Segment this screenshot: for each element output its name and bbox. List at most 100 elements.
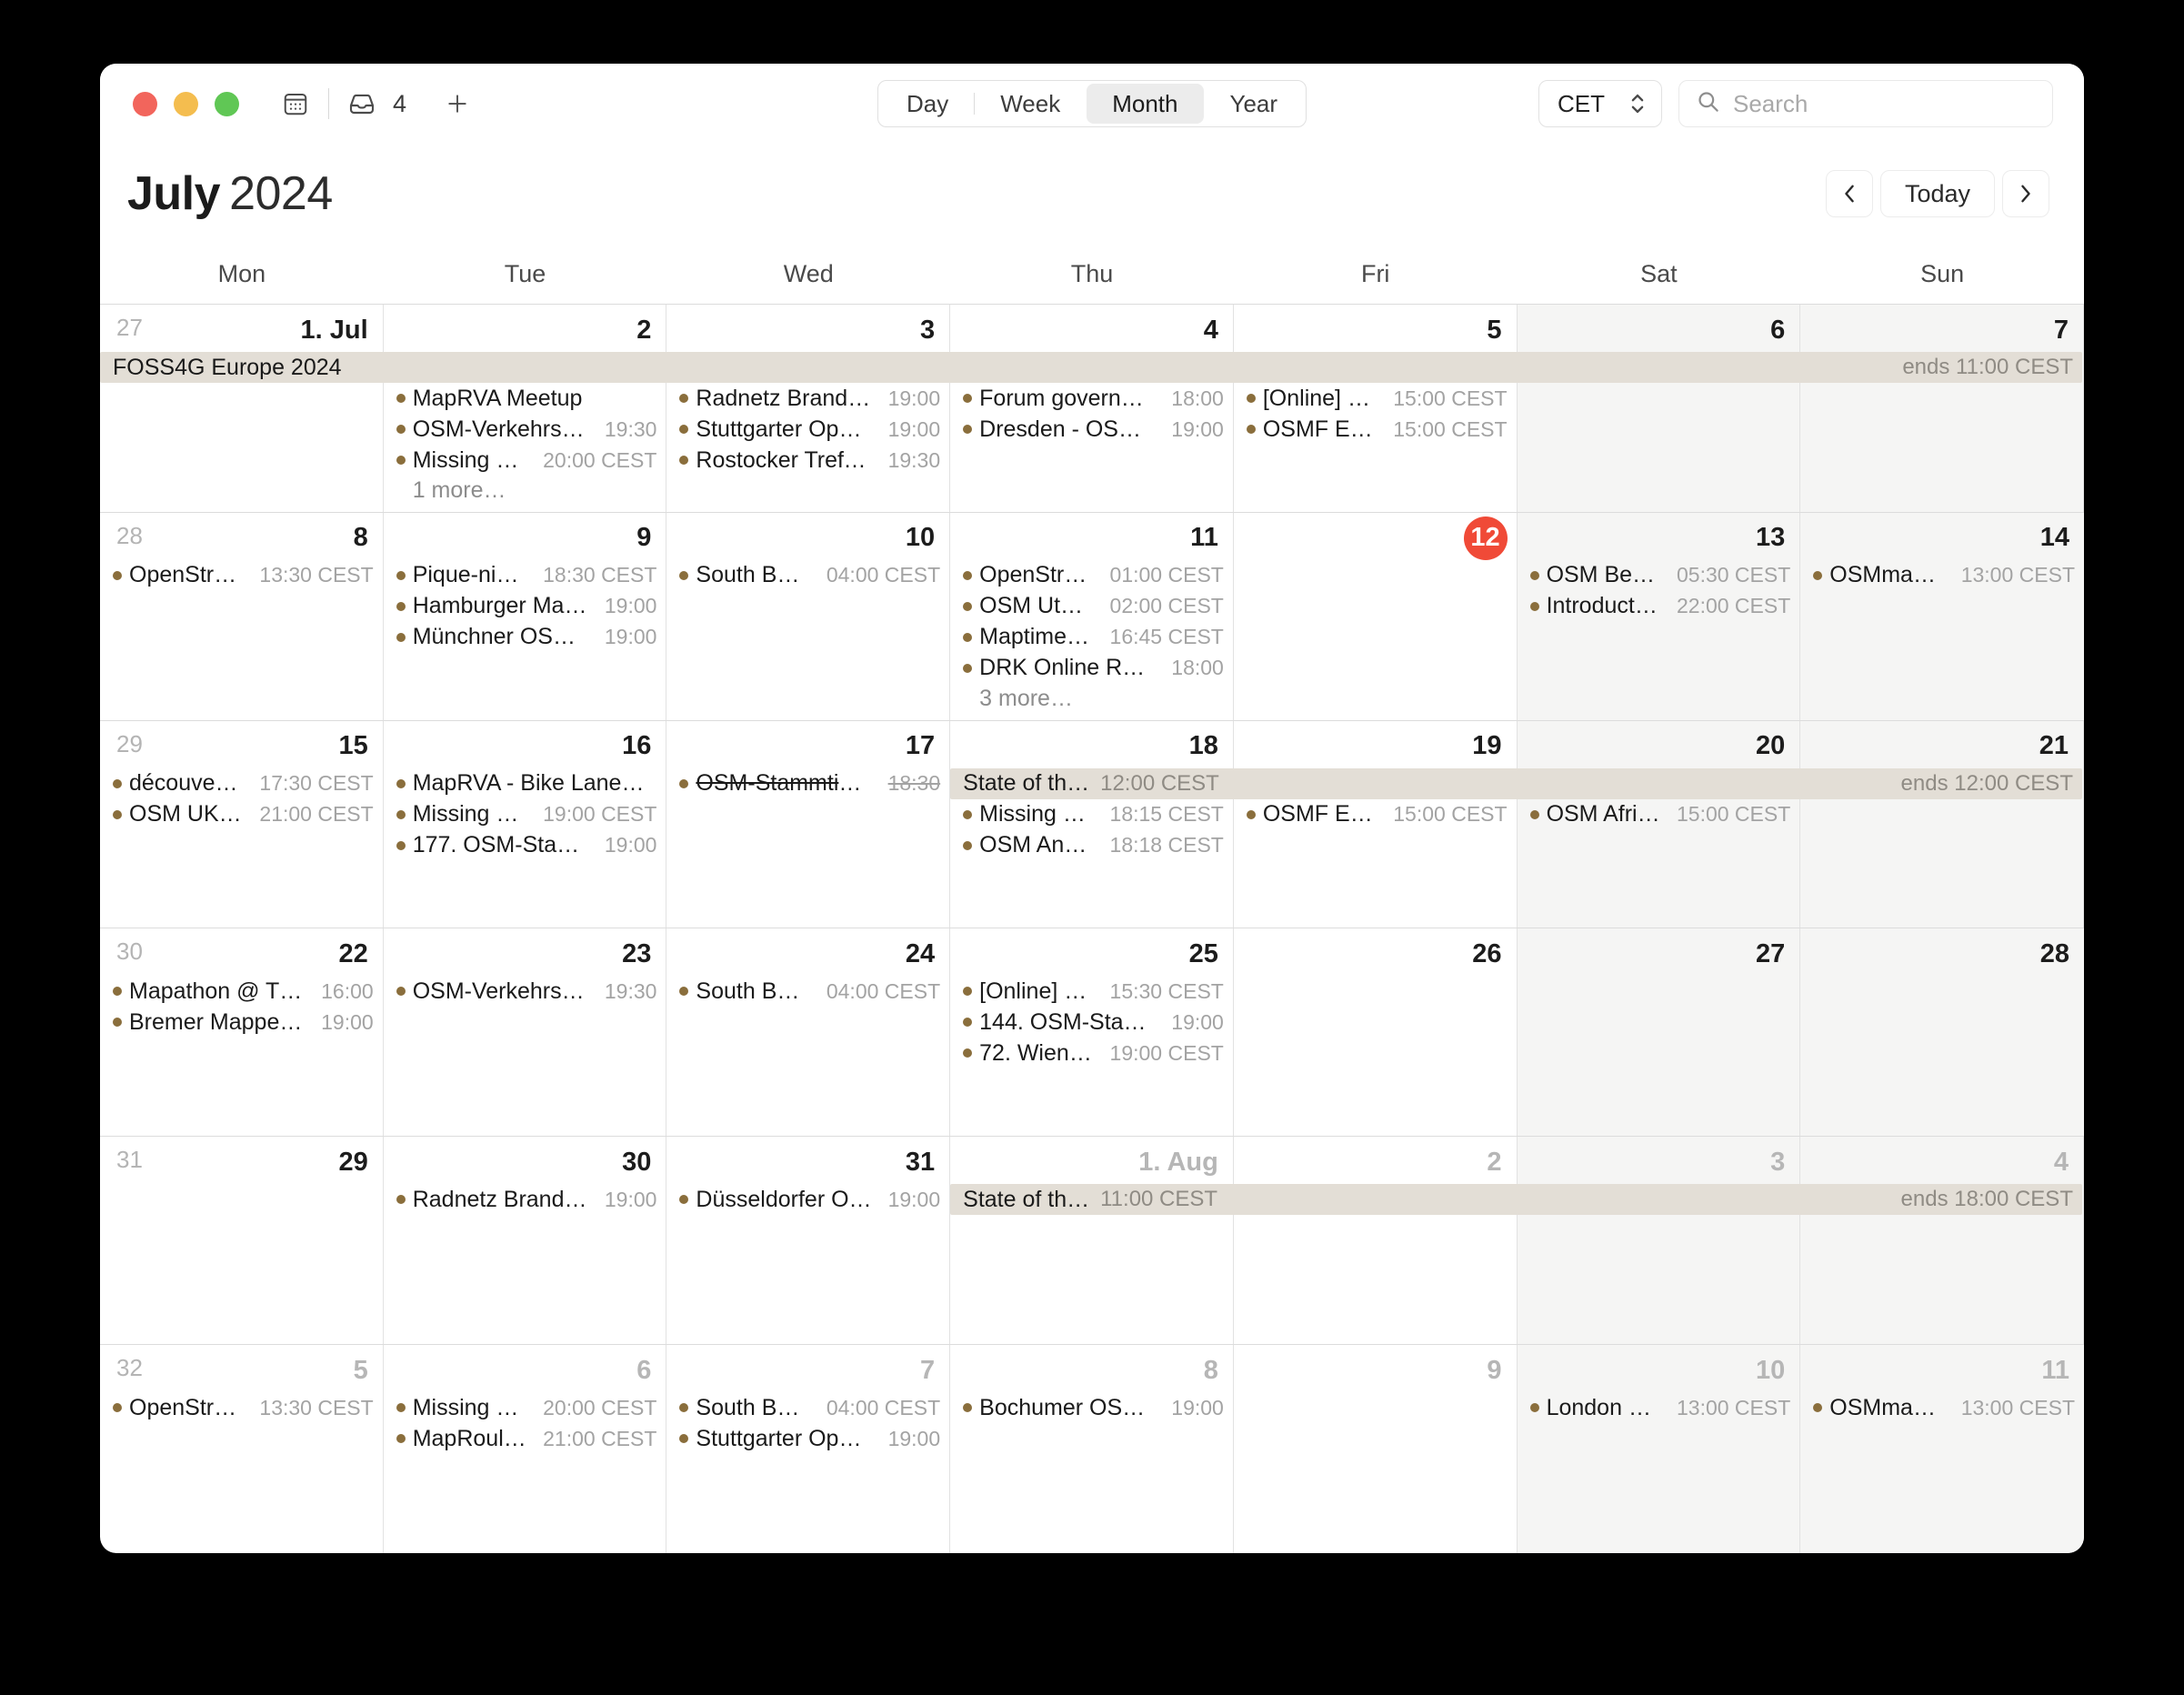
calendar-event[interactable]: South Bay… 04:00 CEST [672, 560, 944, 591]
day-cell[interactable]: 5 [Online] C… 15:00 CEST OSMF Engi… 15:00 CE… [1234, 305, 1518, 512]
day-number[interactable]: 11 [1190, 523, 1218, 553]
day-number-today[interactable]: 12 [1463, 516, 1508, 560]
day-number[interactable]: 7 [2054, 316, 2069, 346]
day-cell[interactable]: 6 [1517, 305, 1801, 512]
day-cell[interactable]: 4 [1800, 1137, 2084, 1345]
day-number[interactable]: 9 [636, 523, 651, 553]
calendar-event[interactable]: Münchner OSM-… 19:00 [389, 622, 661, 653]
day-number[interactable]: 10 [1756, 1356, 1785, 1386]
day-cell[interactable]: 20 OSM Afric… 15:00 CEST [1517, 720, 1801, 928]
multi-day-event-banner[interactable]: FOSS4G Europe 2024 ends 11:00 CEST [100, 352, 2082, 383]
calendar-event[interactable]: OSM UK O… 21:00 CEST [105, 799, 377, 830]
day-number[interactable]: 19 [1472, 731, 1501, 761]
day-number[interactable]: 26 [1472, 939, 1501, 969]
day-number[interactable]: 8 [1204, 1356, 1218, 1386]
calendar-event[interactable]: [Online] C… 15:00 CEST [1239, 383, 1511, 414]
day-number[interactable]: 20 [1756, 731, 1785, 761]
day-cell[interactable]: 29 15 découvert… 17:30 CEST OSM UK O… 21:00 C… [100, 720, 384, 928]
day-number[interactable]: 15 [338, 731, 367, 761]
calendar-event[interactable]: London O… 13:00 CEST [1523, 1392, 1795, 1423]
day-cell[interactable]: 3 Radnetz Brande… 19:00 Stuttgarter Ope… 19:… [666, 305, 951, 512]
day-number[interactable]: 17 [906, 731, 935, 761]
day-cell[interactable]: 9 [1234, 1345, 1518, 1553]
calendar-event[interactable]: OSM Beng… 05:30 CEST [1523, 560, 1795, 591]
day-cell[interactable]: 30 22 Mapathon @ TU… 16:00 Bremer Mappert… 19… [100, 928, 384, 1137]
day-cell[interactable]: 31 Düsseldorfer O… 19:00 [666, 1137, 951, 1345]
view-tab-week[interactable]: Week [975, 84, 1086, 124]
day-number[interactable]: 16 [622, 731, 651, 761]
day-number[interactable]: 28 [2040, 939, 2069, 969]
day-cell[interactable]: 7 [1800, 305, 2084, 512]
day-cell[interactable]: 9 Pique-niqu… 18:30 CEST Hamburger Map… 19:0… [384, 512, 667, 720]
day-number[interactable]: 27 [1756, 939, 1785, 969]
day-cell[interactable]: 14 OSMmapp… 13:00 CEST [1800, 512, 2084, 720]
next-month-button[interactable] [2002, 170, 2049, 217]
day-cell[interactable]: 27 1. Jul [100, 305, 384, 512]
view-switcher[interactable]: Day Week Month Year [877, 80, 1307, 127]
calendar-event[interactable]: 144. OSM-Stam… 19:00 [956, 1007, 1227, 1038]
search-input[interactable]: Search [1733, 90, 1808, 118]
calendar-event[interactable]: South Bay… 04:00 CEST [672, 1392, 944, 1423]
day-cell[interactable]: 23 OSM-Verkehrsw… 19:30 [384, 928, 667, 1137]
calendar-event[interactable]: MapRVA - Bike Lane… [389, 768, 661, 799]
day-cell[interactable]: 25 [Online] O… 15:30 CEST 144. OSM-Stam… 19:… [950, 928, 1234, 1137]
day-cell[interactable]: 2 [1234, 1137, 1518, 1345]
calendar-event[interactable]: OSM Anne… 18:18 CEST [956, 830, 1227, 861]
calendar-event[interactable]: Forum governan… 18:00 [956, 383, 1227, 414]
day-number[interactable]: 5 [354, 1356, 368, 1386]
close-window-button[interactable] [133, 91, 157, 116]
day-number[interactable]: 18 [1189, 731, 1218, 761]
day-number[interactable]: 9 [1487, 1356, 1501, 1386]
day-number[interactable]: 2 [636, 316, 651, 346]
day-cell[interactable]: 28 8 OpenStree… 13:30 CEST [100, 512, 384, 720]
day-cell[interactable]: 30 Radnetz Brande… 19:00 [384, 1137, 667, 1345]
day-number[interactable]: 30 [622, 1148, 651, 1178]
day-cell[interactable]: 13 OSM Beng… 05:30 CEST Introductio… 22:00 C… [1517, 512, 1801, 720]
more-events-link[interactable]: 3 more… [956, 684, 1227, 713]
calendar-event[interactable]: MapRVA Meetup [389, 383, 661, 414]
day-cell[interactable]: 2 MapRVA Meetup OSM-Verkehrsw… 19:30 Missing… [384, 305, 667, 512]
calendar-event[interactable]: [Online] O… 15:30 CEST [956, 976, 1227, 1007]
maximize-window-button[interactable] [215, 91, 239, 116]
day-cell[interactable]: 6 Missing M… 20:00 CEST MapRoulet… 21:00 CES… [384, 1345, 667, 1553]
calendar-event[interactable]: Missing M… 19:00 CEST [389, 799, 661, 830]
calendar-event[interactable]: Rostocker Treffen 19:30 [672, 445, 944, 476]
day-number[interactable]: 3 [1770, 1148, 1785, 1178]
calendar-event[interactable]: OSM Utah… 02:00 CEST [956, 591, 1227, 622]
calendar-event[interactable]: OSM Afric… 15:00 CEST [1523, 799, 1795, 830]
calendar-event[interactable]: Missing M… 20:00 CEST [389, 1392, 661, 1423]
calendar-event[interactable]: Bochumer OSM… 19:00 [956, 1392, 1227, 1423]
day-cell[interactable]: 12 [1234, 512, 1518, 720]
calendar-event[interactable]: DRK Online Roa… 18:00 [956, 653, 1227, 684]
today-button[interactable]: Today [1879, 170, 1995, 217]
calendar-event[interactable]: Missing M… 18:15 CEST [956, 799, 1227, 830]
day-number[interactable]: 6 [636, 1356, 651, 1386]
calendar-event[interactable]: OSMF Engi… 15:00 CEST [1239, 414, 1511, 445]
day-number[interactable]: 25 [1189, 939, 1218, 969]
minimize-window-button[interactable] [174, 91, 198, 116]
calendar-event[interactable]: OSMmapp… 13:00 CEST [1806, 1392, 2079, 1423]
calendar-event[interactable]: OSMF Engi… 15:00 CEST [1239, 799, 1511, 830]
view-tab-year[interactable]: Year [1204, 84, 1303, 124]
day-number[interactable]: 7 [920, 1356, 935, 1386]
calendar-event[interactable]: MapRoulet… 21:00 CEST [389, 1423, 661, 1454]
day-cell[interactable]: 19 OSMF Engi… 15:00 CEST [1234, 720, 1518, 928]
calendar-event[interactable]: Radnetz Brande… 19:00 [389, 1184, 661, 1215]
day-cell[interactable]: 11 OpenStree… 01:00 CEST OSM Utah… 02:00 CES… [950, 512, 1234, 720]
day-number[interactable]: 1. Jul [301, 316, 368, 346]
day-cell[interactable]: 32 5 OpenStree… 13:30 CEST [100, 1345, 384, 1553]
day-number[interactable]: 4 [2054, 1148, 2069, 1178]
calendar-event[interactable]: OpenStree… 13:30 CEST [105, 560, 377, 591]
calendar-event[interactable]: découvert… 17:30 CEST [105, 768, 377, 799]
multi-day-event-banner[interactable]: State of th… 12:00 CEST ends 12:00 CEST [950, 767, 2082, 799]
calendar-event[interactable]: 72. Wiener… 19:00 CEST [956, 1038, 1227, 1068]
view-tab-month[interactable]: Month [1087, 84, 1204, 124]
day-cell[interactable]: 24 South Bay… 04:00 CEST [666, 928, 951, 1137]
calendar-event[interactable]: Stuttgarter Ope… 19:00 [672, 1423, 944, 1454]
day-cell[interactable]: 16 MapRVA - Bike Lane… Missing M… 19:00 CES… [384, 720, 667, 928]
day-number[interactable]: 21 [2039, 731, 2069, 761]
calendar-event[interactable]: OpenStree… 13:30 CEST [105, 1392, 377, 1423]
calendar-event[interactable]: OSMmapp… 13:00 CEST [1806, 560, 2079, 591]
day-cell[interactable]: 10 London O… 13:00 CEST [1517, 1345, 1801, 1553]
day-number[interactable]: 24 [906, 939, 935, 969]
